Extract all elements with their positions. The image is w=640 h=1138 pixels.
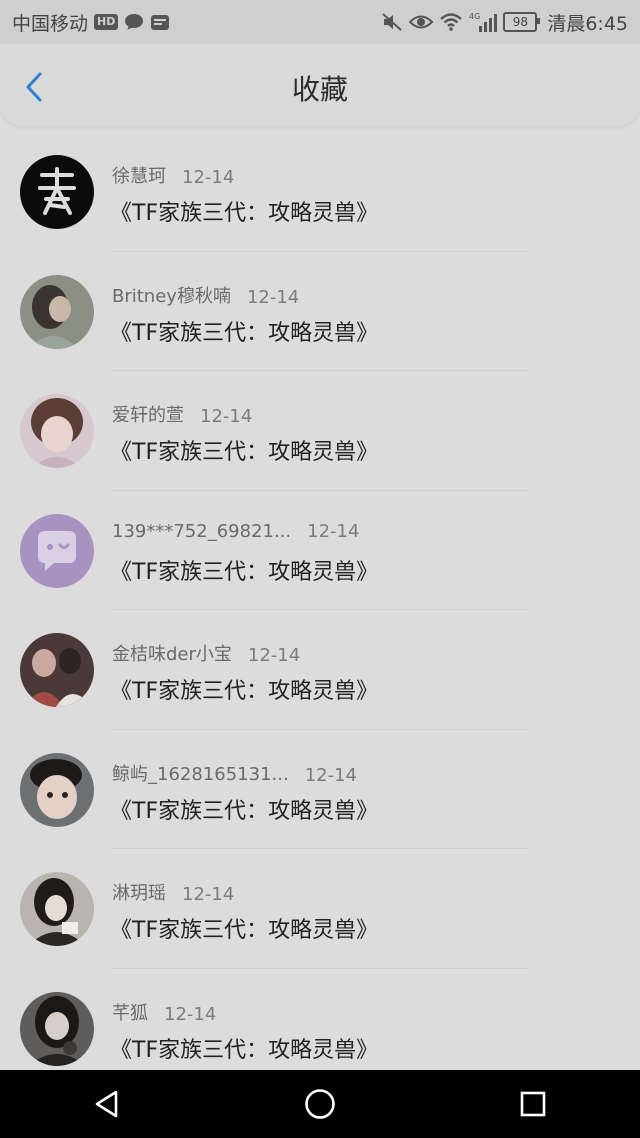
item-date: 12-14 — [246, 286, 300, 308]
clock: 清晨6:45 — [547, 12, 628, 35]
avatar[interactable] — [20, 155, 94, 229]
item-meta: 淋玥瑶 12-14 — [112, 879, 234, 905]
work-title[interactable]: 《TF家族三代：攻略灵兽》 — [110, 315, 378, 347]
wifi-icon — [439, 12, 463, 32]
avatar[interactable] — [20, 274, 94, 349]
avatar[interactable] — [20, 872, 94, 946]
eye-icon — [409, 13, 434, 31]
user-name: 徐慧珂 — [112, 166, 166, 187]
user-name: Britney穆秋喃 — [112, 285, 231, 307]
item-meta: Britney穆秋喃 12-14 — [112, 282, 299, 308]
avatar[interactable] — [20, 633, 94, 707]
user-name: 139***752_69821... — [112, 520, 292, 542]
item-date: 12-14 — [307, 520, 360, 542]
work-title[interactable]: 《TF家族三代：攻略灵兽》 — [110, 1032, 378, 1064]
item-meta: 爱轩的萱 12-14 — [112, 401, 252, 427]
page-title: 收藏 — [291, 73, 348, 106]
item-date: 12-14 — [182, 884, 235, 905]
work-title[interactable]: 《TF家族三代：攻略灵兽》 — [110, 793, 378, 825]
message-icon — [124, 13, 144, 31]
item-meta: 鲸屿_1628165131... 12-14 — [112, 760, 357, 786]
user-name: 爱轩的萱 — [112, 405, 184, 426]
default-chat-avatar-icon[interactable] — [20, 513, 94, 588]
carrier-label: 中国移动 — [12, 12, 89, 35]
item-date: 12-14 — [304, 764, 357, 786]
list-item[interactable]: 爱轩的萱 12-14 《TF家族三代：攻略灵兽》 — [0, 371, 640, 491]
item-date: 12-14 — [247, 645, 301, 666]
user-name: 淋玥瑶 — [112, 883, 166, 904]
item-date: 12-14 — [182, 167, 235, 188]
battery-icon: 98 — [503, 12, 541, 32]
back-triangle-icon[interactable] — [77, 1074, 137, 1134]
work-title[interactable]: 《TF家族三代：攻略灵兽》 — [110, 434, 378, 466]
work-title[interactable]: 《TF家族三代：攻略灵兽》 — [110, 554, 378, 586]
mute-icon — [381, 12, 403, 32]
app-notification-icon — [150, 13, 170, 31]
list-item[interactable]: 淋玥瑶 12-14 《TF家族三代：攻略灵兽》 — [0, 849, 640, 969]
item-meta: 徐慧珂 12-14 — [112, 162, 234, 188]
svg-text:4G: 4G — [469, 12, 480, 21]
list-item[interactable]: 金桔味der小宝 12-14 《TF家族三代：攻略灵兽》 — [0, 610, 640, 730]
app-header: 收藏 — [0, 44, 640, 126]
item-date: 12-14 — [164, 1003, 217, 1025]
list-item[interactable]: 139***752_69821... 12-14 《TF家族三代：攻略灵兽》 — [0, 491, 640, 610]
hd-icon: HD — [94, 14, 119, 30]
work-title[interactable]: 《TF家族三代：攻略灵兽》 — [110, 195, 378, 227]
user-name: 鲸屿_1628165131... — [112, 763, 289, 785]
item-meta: 139***752_69821... 12-14 — [112, 521, 359, 542]
work-title[interactable]: 《TF家族三代：攻略灵兽》 — [110, 673, 378, 705]
list-item[interactable]: 鲸屿_1628165131... 12-14 《TF家族三代：攻略灵兽》 — [0, 730, 640, 849]
home-circle-icon[interactable] — [290, 1074, 350, 1134]
user-name: 芊狐 — [112, 1002, 148, 1024]
avatar[interactable] — [20, 394, 94, 468]
work-title[interactable]: 《TF家族三代：攻略灵兽》 — [110, 912, 378, 944]
user-name: 金桔味der小宝 — [112, 644, 232, 665]
item-date: 12-14 — [200, 406, 253, 427]
avatar[interactable] — [20, 752, 94, 827]
avatar[interactable] — [20, 991, 94, 1066]
item-meta: 金桔味der小宝 12-14 — [112, 640, 300, 666]
system-nav-bar — [0, 1070, 640, 1138]
signal-icon: 4G — [469, 11, 498, 33]
recents-square-icon[interactable] — [503, 1074, 563, 1134]
favorites-list: 徐慧珂 12-14 《TF家族三代：攻略灵兽》 Britney穆秋喃 12-14 《… — [0, 132, 640, 1088]
status-bar: 中国移动 HD 4G 98 清晨6:45 — [0, 0, 640, 44]
list-item[interactable]: 徐慧珂 12-14 《TF家族三代：攻略灵兽》 — [0, 132, 640, 252]
list-item[interactable]: Britney穆秋喃 12-14 《TF家族三代：攻略灵兽》 — [0, 252, 640, 371]
item-meta: 芊狐 12-14 — [112, 999, 216, 1025]
